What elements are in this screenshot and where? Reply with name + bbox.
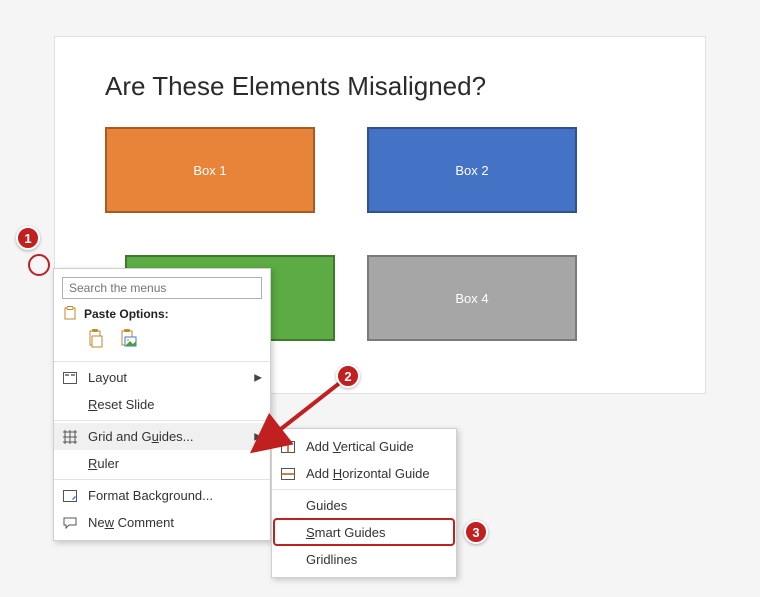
menu-item-label: Add Horizontal Guide [306,466,430,481]
submenu-guides[interactable]: Guides [272,492,456,519]
menu-item-ruler[interactable]: Ruler [54,450,270,477]
box-2-label: Box 2 [455,163,488,178]
callout-badge-2: 2 [336,364,360,388]
shape-box-2[interactable]: Box 2 [367,127,577,213]
menu-item-label: Reset Slide [88,397,154,412]
menu-item-label: Layout [88,370,127,385]
comment-icon [62,515,78,531]
paste-keep-source-button[interactable] [84,327,108,351]
grid-icon [62,429,78,445]
menu-search-input[interactable] [62,277,262,299]
menu-item-layout[interactable]: Layout ▶ [54,364,270,391]
submenu-gridlines[interactable]: Gridlines [272,546,456,573]
callout-badge-1: 1 [16,226,40,250]
context-menu: Paste Options: Layout ▶ Reset Slide Grid… [53,268,271,541]
menu-item-new-comment[interactable]: New Comment [54,509,270,536]
menu-item-label: Grid and Guides... [88,429,194,444]
callout-highlight-box [273,518,455,546]
format-background-icon [62,488,78,504]
slide-title: Are These Elements Misaligned? [105,71,486,102]
menu-item-label: Gridlines [306,552,357,567]
horizontal-guide-icon [280,466,296,482]
menu-item-reset-slide[interactable]: Reset Slide [54,391,270,418]
menu-item-label: New Comment [88,515,174,530]
paste-options-header: Paste Options: [54,305,270,325]
menu-item-label: Ruler [88,456,119,471]
clipboard-icon [63,306,77,320]
shape-box-4[interactable]: Box 4 [367,255,577,341]
menu-item-grid-and-guides[interactable]: Grid and Guides... ▶ [54,423,270,450]
callout-target-circle [28,254,50,276]
menu-item-format-background[interactable]: Format Background... [54,482,270,509]
box-1-label: Box 1 [193,163,226,178]
grid-guides-submenu: Add Vertical Guide Add Horizontal Guide … [271,428,457,578]
layout-icon [62,370,78,386]
box-4-label: Box 4 [455,291,488,306]
menu-item-label: Guides [306,498,347,513]
shape-box-1[interactable]: Box 1 [105,127,315,213]
paste-picture-button[interactable] [116,327,140,351]
menu-item-label: Format Background... [88,488,213,503]
submenu-add-horizontal-guide[interactable]: Add Horizontal Guide [272,460,456,487]
callout-badge-3: 3 [464,520,488,544]
